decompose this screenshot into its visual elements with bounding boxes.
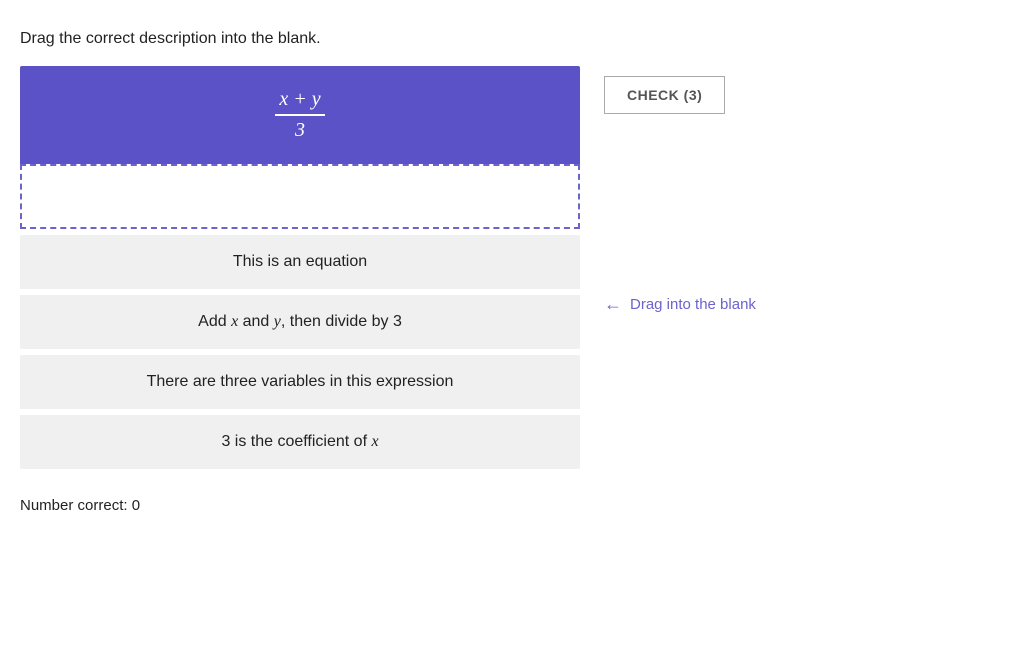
fraction-denominator: 3 bbox=[295, 116, 305, 142]
drop-zone[interactable] bbox=[20, 164, 580, 229]
arrow-icon: ← bbox=[604, 294, 622, 315]
drag-hint: ← Drag into the blank bbox=[604, 294, 756, 315]
main-layout: x + y 3 This is an equation Add x and y,… bbox=[20, 66, 1012, 469]
math-fraction: x + y 3 bbox=[275, 88, 324, 142]
right-panel: CHECK (3) ← Drag into the blank bbox=[604, 66, 756, 315]
formula-display: x + y 3 bbox=[20, 66, 580, 164]
drag-options: This is an equation Add x and y, then di… bbox=[20, 235, 580, 469]
drag-hint-text: Drag into the blank bbox=[630, 296, 756, 313]
drag-item-1[interactable]: This is an equation bbox=[20, 235, 580, 289]
check-button[interactable]: CHECK (3) bbox=[604, 76, 725, 114]
fraction-numerator: x + y bbox=[275, 88, 324, 116]
drag-item-3[interactable]: There are three variables in this expres… bbox=[20, 355, 580, 409]
left-panel: x + y 3 This is an equation Add x and y,… bbox=[20, 66, 580, 469]
number-correct: Number correct: 0 bbox=[20, 497, 1012, 514]
drag-item-4[interactable]: 3 is the coefficient of x bbox=[20, 415, 580, 469]
drag-item-2[interactable]: Add x and y, then divide by 3 bbox=[20, 295, 580, 349]
instruction-text: Drag the correct description into the bl… bbox=[20, 30, 1012, 48]
